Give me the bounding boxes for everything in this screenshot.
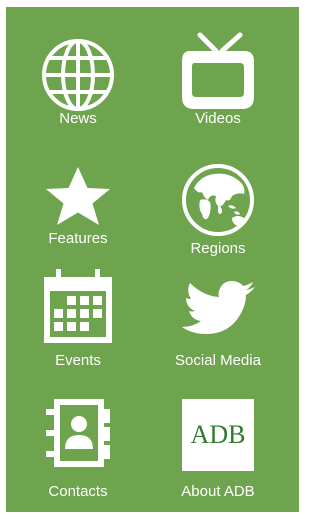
menu-item-regions[interactable]: Regions — [158, 162, 278, 272]
world-map-icon — [182, 164, 254, 236]
tv-icon — [182, 32, 254, 109]
menu-item-contacts[interactable]: Contacts — [18, 397, 138, 507]
menu-item-news[interactable]: News — [18, 37, 138, 147]
menu-item-label: Features — [48, 230, 108, 247]
menu-panel: News Videos Features Regions Events Soci… — [6, 7, 299, 512]
adb-logo-text: ADB — [190, 420, 246, 449]
menu-item-label: Social Media — [175, 352, 261, 369]
menu-item-features[interactable]: Features — [18, 167, 138, 277]
menu-item-social-media[interactable]: Social Media — [158, 279, 278, 389]
star-icon — [46, 167, 110, 225]
menu-item-label: Contacts — [48, 483, 108, 500]
twitter-bird-icon — [182, 281, 255, 334]
adb-logo-icon: ADB — [182, 399, 254, 471]
menu-item-label: Regions — [190, 240, 246, 257]
address-book-icon — [46, 399, 110, 467]
menu-item-videos[interactable]: Videos — [158, 31, 278, 141]
menu-item-label: About ADB — [181, 483, 255, 500]
menu-item-label: News — [59, 110, 97, 127]
calendar-icon — [44, 269, 112, 343]
menu-item-label: Videos — [195, 110, 241, 127]
menu-item-events[interactable]: Events — [18, 269, 138, 379]
globe-icon — [42, 39, 114, 111]
menu-item-label: Events — [55, 352, 101, 369]
menu-item-about-adb[interactable]: ADB About ADB — [158, 399, 278, 509]
